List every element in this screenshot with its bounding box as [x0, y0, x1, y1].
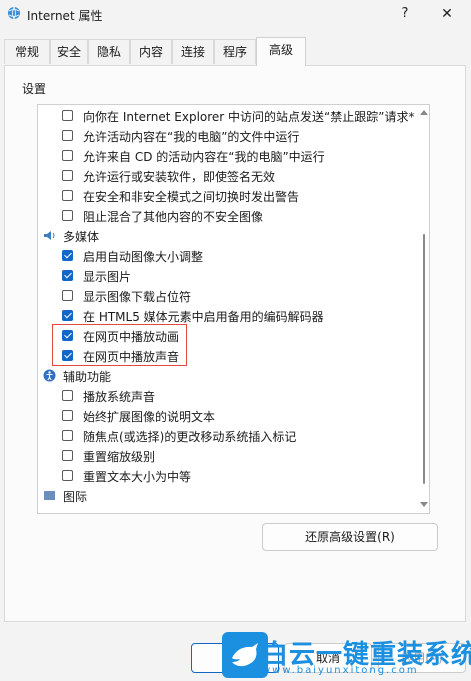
watermark: 白云一键重装系统 www.baiyunxitong.com [222, 632, 471, 680]
setting-label: 允许活动内容在“我的电脑”的文件中运行 [83, 130, 300, 144]
tree-scrollbar[interactable] [418, 104, 430, 514]
setting-checkbox[interactable] [62, 210, 73, 221]
international-icon [43, 489, 56, 502]
setting-checkbox[interactable] [62, 250, 73, 261]
setting-row[interactable]: 启用自动图像大小调整 [38, 246, 418, 266]
setting-label: 允许来自 CD 的活动内容在“我的电脑”中运行 [83, 150, 325, 164]
help-button[interactable]: ? [390, 4, 420, 24]
setting-row[interactable]: 允许运行或安装软件，即使签名无效 [38, 166, 418, 186]
setting-row[interactable]: 在安全和非安全模式之间切换时发出警告 [38, 186, 418, 206]
setting-label: 在安全和非安全模式之间切换时发出警告 [83, 190, 300, 204]
setting-label: 始终扩展图像的说明文本 [83, 410, 216, 424]
setting-label: 重置文本大小为中等 [83, 470, 192, 484]
settings-label: 设置 [22, 82, 47, 96]
restore-advanced-settings-button[interactable]: 还原高级设置(R) [262, 523, 438, 551]
setting-checkbox[interactable] [62, 450, 73, 461]
setting-label: 重置缩放级别 [83, 450, 156, 464]
setting-label: 显示图片 [83, 270, 132, 284]
watermark-subtitle: www.baiyunxitong.com [262, 665, 419, 676]
setting-row[interactable]: 始终扩展图像的说明文本 [38, 406, 418, 426]
scroll-up-arrow[interactable] [420, 110, 428, 115]
setting-checkbox[interactable] [62, 410, 73, 421]
setting-label: 允许运行或安装软件，即使签名无效 [83, 170, 276, 184]
setting-checkbox[interactable] [62, 150, 73, 161]
category-row: 多媒体 [38, 226, 418, 246]
window-title: Internet 属性 [27, 9, 103, 23]
setting-label: 向你在 Internet Explorer 中访问的站点发送“禁止跟踪”请求* [83, 110, 415, 124]
category-label: 多媒体 [63, 230, 100, 244]
setting-checkbox[interactable] [62, 430, 73, 441]
tab-3[interactable]: 内容 [130, 39, 172, 64]
setting-label: 启用自动图像大小调整 [83, 250, 204, 264]
tab-4[interactable]: 连接 [172, 39, 214, 64]
setting-row[interactable]: 重置缩放级别 [38, 446, 418, 466]
setting-label: 阻止混合了其他内容的不安全图像 [83, 210, 264, 224]
setting-row[interactable]: 允许来自 CD 的活动内容在“我的电脑”中运行 [38, 146, 418, 166]
category-row: 图际 [38, 486, 418, 506]
setting-checkbox[interactable] [62, 190, 73, 201]
setting-label: 在 HTML5 媒体元素中启用备用的编码解码器 [83, 310, 324, 324]
setting-row[interactable]: 阻止混合了其他内容的不安全图像 [38, 206, 418, 226]
tab-5[interactable]: 程序 [214, 39, 256, 64]
setting-checkbox[interactable] [62, 470, 73, 481]
setting-row[interactable]: 显示图像下载占位符 [38, 286, 418, 306]
close-button[interactable]: ✕ [432, 4, 462, 24]
scroll-thumb[interactable] [423, 234, 425, 484]
setting-row[interactable]: 允许活动内容在“我的电脑”的文件中运行 [38, 126, 418, 146]
accessibility-icon [43, 369, 56, 382]
category-row: 辅助功能 [38, 366, 418, 386]
title-bar: Internet 属性 ? ✕ [0, 0, 471, 30]
tab-6[interactable]: 高级 [256, 37, 306, 66]
category-label: 辅助功能 [63, 370, 112, 384]
category-label: 图际 [63, 490, 88, 504]
tab-strip: 常规 安全 隐私 内容 连接 程序 高级 [0, 37, 471, 66]
setting-checkbox[interactable] [62, 290, 73, 301]
globe-icon [8, 6, 20, 20]
tab-1[interactable]: 安全 [50, 39, 88, 64]
setting-row[interactable]: 重置文本大小为中等 [38, 466, 418, 486]
setting-checkbox[interactable] [62, 390, 73, 401]
setting-label: 播放系统声音 [83, 390, 156, 404]
setting-label: 随焦点(或选择)的更改移动系统插入标记 [83, 430, 297, 444]
setting-checkbox[interactable] [62, 170, 73, 181]
setting-checkbox[interactable] [62, 270, 73, 281]
settings-tree[interactable]: 向你在 Internet Explorer 中访问的站点发送“禁止跟踪”请求* 允… [37, 104, 430, 514]
tab-0[interactable]: 常规 [4, 39, 50, 64]
setting-row[interactable]: 显示图片 [38, 266, 418, 286]
setting-row[interactable]: 随焦点(或选择)的更改移动系统插入标记 [38, 426, 418, 446]
setting-checkbox[interactable] [62, 110, 73, 121]
setting-row[interactable]: 播放系统声音 [38, 386, 418, 406]
setting-checkbox[interactable] [62, 130, 73, 141]
highlight-annotation [52, 324, 187, 366]
setting-label: 显示图像下载占位符 [83, 290, 192, 304]
setting-row[interactable]: 在 HTML5 媒体元素中启用备用的编码解码器 [38, 306, 418, 326]
setting-row[interactable]: 向你在 Internet Explorer 中访问的站点发送“禁止跟踪”请求* [38, 106, 418, 126]
setting-checkbox[interactable] [62, 310, 73, 321]
scroll-down-arrow[interactable] [420, 502, 428, 507]
tab-2[interactable]: 隐私 [88, 39, 130, 64]
multimedia-icon [43, 229, 56, 242]
